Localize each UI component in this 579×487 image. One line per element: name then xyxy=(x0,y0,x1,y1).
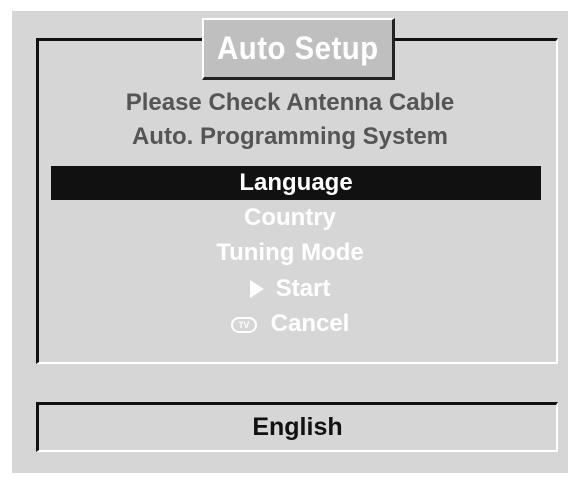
dialog-title: Auto Setup xyxy=(217,30,379,66)
menu-item-label: Cancel xyxy=(270,310,350,337)
menu-item-cancel[interactable]: TV Cancel xyxy=(12,307,568,341)
menu-item-language[interactable]: Language xyxy=(51,166,541,200)
menu-item-label: Start xyxy=(275,275,331,302)
dialog-title-box: Auto Setup xyxy=(202,18,395,80)
menu-item-tuning-mode[interactable]: Tuning Mode xyxy=(12,236,568,270)
menu-item-start[interactable]: Start xyxy=(12,272,568,306)
selected-value-box: English xyxy=(36,402,558,452)
menu-item-label: Country xyxy=(244,204,336,231)
tv-osd-screen: Auto Setup Please Check Antenna Cable Au… xyxy=(12,11,568,473)
menu-item-country[interactable]: Country xyxy=(12,201,568,235)
play-triangle-icon xyxy=(249,280,264,298)
menu-item-label: Tuning Mode xyxy=(216,239,364,266)
programming-system-message: Auto. Programming System xyxy=(131,123,449,150)
antenna-check-message: Please Check Antenna Cable xyxy=(125,89,455,116)
tv-button-icon: TV xyxy=(230,317,257,333)
menu-item-label: Language xyxy=(239,169,353,196)
selected-language-value: English xyxy=(252,413,343,441)
